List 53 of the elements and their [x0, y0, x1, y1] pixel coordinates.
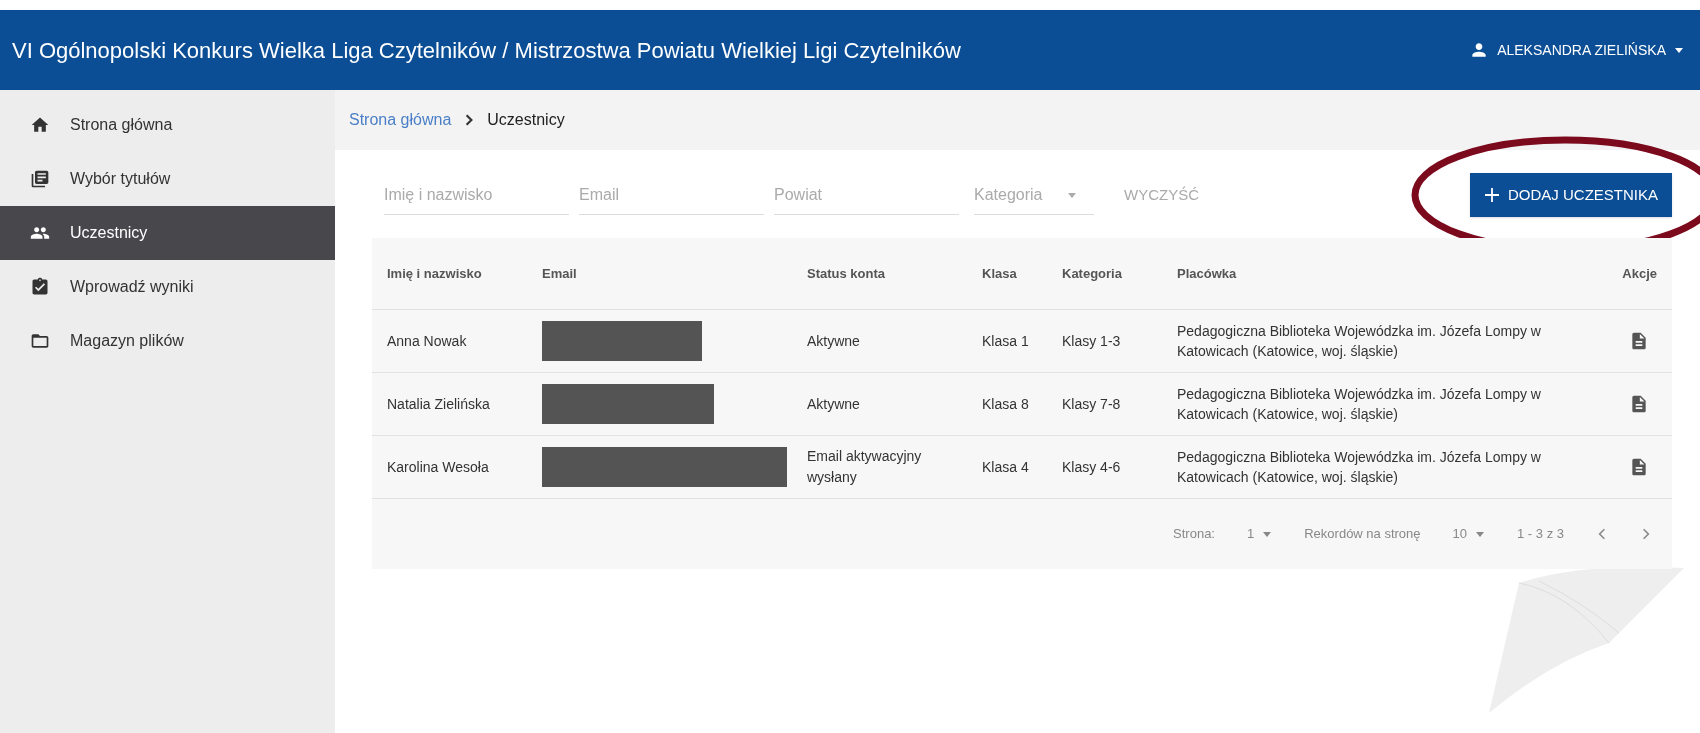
records-range: 1 - 3 z 3: [1517, 525, 1564, 544]
chevron-right-icon: [1640, 528, 1652, 540]
add-participant-button[interactable]: DODAJ UCZESTNIKA: [1470, 173, 1672, 217]
per-page-label: Rekordów na stronę: [1304, 525, 1421, 544]
table-cell-text: Klasy 7-8: [1062, 394, 1122, 414]
next-page-button[interactable]: [1640, 528, 1652, 540]
sidebar-item[interactable]: Magazyn plików: [0, 314, 335, 368]
document-icon[interactable]: [1629, 331, 1649, 351]
table-cell-text: Klasa 4: [982, 457, 1030, 477]
table-cell-text: Aktywne: [807, 394, 861, 414]
breadcrumb-link[interactable]: Strona główna: [349, 108, 452, 132]
table-cell-text: Anna Nowak: [387, 331, 468, 351]
breadcrumb-current: Uczestnicy: [487, 110, 565, 130]
table-cell-text: Klasy 1-3: [1062, 331, 1122, 351]
table-cell-text: Aktywne: [807, 331, 861, 351]
sidebar-item[interactable]: Wprowadź wyniki: [0, 260, 335, 314]
user-menu[interactable]: ALEKSANDRA ZIELIŃSKA: [1469, 39, 1688, 61]
table-cell-text: Klasa 1: [982, 331, 1030, 351]
table-cell-text: Pedagogiczna Biblioteka Wojewódzka im. Józefa Lompy w Katowicach (Katowice, woj. śląskie): [1177, 448, 1542, 487]
column-header: Imię i nazwisko: [387, 264, 483, 283]
document-icon[interactable]: [1629, 457, 1649, 477]
previous-page-button[interactable]: [1596, 528, 1608, 540]
filter-field[interactable]: Powiat: [774, 175, 959, 215]
document-icon[interactable]: [1629, 394, 1649, 414]
table-cell-text: Pedagogiczna Biblioteka Wojewódzka im. Józefa Lompy w Katowicach (Katowice, woj. śląskie): [1177, 322, 1542, 361]
table-cell-text: Pedagogiczna Biblioteka Wojewódzka im. Józefa Lompy w Katowicach (Katowice, woj. śląskie): [1177, 385, 1542, 424]
column-header: Akcje: [1621, 264, 1657, 283]
column-header: Placówka: [1177, 264, 1238, 283]
column-header: Status konta: [807, 264, 886, 283]
column-header: Email: [542, 264, 578, 283]
sidebar-item[interactable]: Strona główna: [0, 98, 335, 152]
table-cell-text: Klasa 8: [982, 394, 1030, 414]
column-header: Kategoria: [1062, 264, 1123, 283]
table-cell-text: Karolina Wesoła: [387, 457, 490, 477]
chevron-left-icon: [1596, 528, 1608, 540]
page-label: Strona:: [1173, 525, 1215, 544]
column-header: Klasa: [982, 264, 1018, 283]
sidebar-item[interactable]: Wybór tytułów: [0, 152, 335, 206]
clipboard-check-icon: [30, 277, 50, 297]
list-icon: [30, 169, 50, 189]
caret-icon: [1674, 45, 1684, 55]
app-title: VI Ogólnopolski Konkurs Wielka Liga Czytelników / Mistrzostwa Powiatu Wielkiej Ligi Czytelników: [12, 36, 962, 65]
filter-field[interactable]: Email: [579, 175, 764, 215]
folder-icon: [30, 331, 50, 351]
table-cell-text: Klasy 4-6: [1062, 457, 1122, 477]
sidebar-item[interactable]: Uczestnicy: [0, 206, 335, 260]
caret-icon: [1262, 529, 1273, 539]
home-icon: [30, 115, 50, 135]
table-cell-text: Email aktywacyjny wysłany: [807, 447, 923, 487]
table-cell-text: Natalia Zielińska: [387, 394, 491, 414]
caret-icon: [1475, 529, 1486, 539]
plus-icon: [1484, 187, 1500, 203]
filter-field[interactable]: Imię i nazwisko: [384, 175, 569, 215]
